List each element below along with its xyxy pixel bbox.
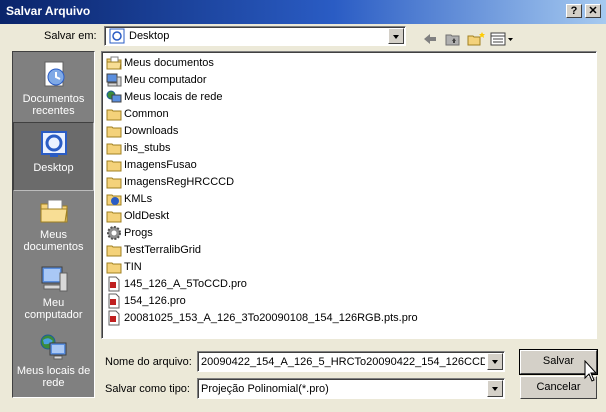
window-title: Salvar Arquivo [6, 4, 91, 18]
location-value: Desktop [129, 30, 170, 42]
recent-documents-icon [44, 61, 64, 87]
list-item[interactable]: ImagensRegHRCCCD [106, 173, 234, 190]
location-label: Salvar em: [44, 30, 97, 42]
list-item[interactable]: ImagensFusao [106, 156, 197, 173]
place-recent-documents[interactable]: Documentos recentes [13, 54, 94, 123]
view-menu-button[interactable] [489, 30, 515, 48]
list-item[interactable]: 20081025_153_A_126_3To20090108_154_126RG… [106, 309, 418, 326]
desktop-icon [40, 131, 67, 157]
list-item[interactable]: Meu computador [106, 71, 207, 88]
folder-icon [106, 211, 122, 222]
my-documents-icon [106, 56, 122, 69]
file-name: KMLs [124, 192, 153, 205]
new-folder-button[interactable] [466, 30, 486, 48]
place-label: Desktop [33, 162, 74, 174]
file-name: 20081025_153_A_126_3To20090108_154_126RG… [124, 311, 418, 324]
filetype-dropdown-button[interactable] [487, 380, 503, 397]
file-name: ihs_stubs [124, 141, 171, 154]
back-arrow-icon [424, 34, 436, 44]
kml-icon [106, 194, 122, 205]
file-name: 145_126_A_5ToCCD.pro [124, 277, 247, 290]
back-button[interactable] [420, 30, 440, 48]
place-my-documents[interactable]: Meus documentos [13, 190, 94, 259]
folder-icon [106, 143, 122, 154]
file-name: TestTerralibGrid [124, 243, 202, 256]
list-item[interactable]: Progs [106, 224, 153, 241]
place-label: Meus locais de rede [16, 365, 91, 389]
file-icon [108, 276, 120, 291]
list-item[interactable]: ihs_stubs [106, 139, 170, 156]
list-item[interactable]: Meus documentos [106, 54, 214, 71]
filename-input[interactable]: 20090422_154_A_126_5_HRCTo20090422_154_1… [201, 356, 485, 368]
file-name: Meus locais de rede [124, 90, 223, 103]
my-documents-icon [40, 199, 68, 223]
filetype-select[interactable]: Projeção Polinomial(*.pro) [197, 378, 505, 399]
my-computer-icon [41, 266, 67, 292]
folder-icon [106, 109, 122, 120]
folder-icon [106, 245, 122, 256]
file-name: ImagensFusao [124, 158, 197, 171]
filename-label: Nome do arquivo: [105, 356, 192, 368]
file-name: Downloads [124, 124, 179, 137]
title-bar: Salvar Arquivo ? ✕ [0, 0, 606, 24]
filename-dropdown-button[interactable] [487, 353, 503, 370]
list-item[interactable]: Meus locais de rede [106, 88, 222, 105]
file-name: ImagensRegHRCCCD [124, 175, 235, 188]
list-item[interactable]: TestTerralibGrid [106, 241, 201, 258]
file-name: Meu computador [124, 73, 207, 86]
new-folder-icon [467, 32, 485, 46]
up-folder-icon [445, 34, 460, 46]
list-item[interactable]: 154_126.pro [106, 292, 186, 309]
list-item[interactable]: 145_126_A_5ToCCD.pro [106, 275, 247, 292]
place-my-computer[interactable]: Meu computador [13, 258, 94, 327]
folder-icon [106, 177, 122, 188]
file-name: Meus documentos [124, 56, 214, 69]
place-label: Meus documentos [23, 229, 84, 253]
filetype-label: Salvar como tipo: [105, 383, 190, 395]
places-bar: Documentos recentes Desktop Meus documen… [12, 51, 95, 398]
file-name: Progs [124, 226, 153, 239]
filetype-value: Projeção Polinomial(*.pro) [201, 383, 329, 395]
file-icon [108, 310, 120, 325]
file-icon [108, 293, 120, 308]
folder-icon [106, 126, 122, 137]
file-name: TIN [124, 260, 142, 273]
list-item[interactable]: Downloads [106, 122, 178, 139]
list-item[interactable]: Common [106, 105, 169, 122]
desktop-small-icon [109, 28, 125, 44]
network-places-icon [40, 334, 66, 360]
file-name: 154_126.pro [124, 294, 186, 307]
place-desktop[interactable]: Desktop [13, 122, 94, 191]
help-button[interactable]: ? [566, 4, 582, 18]
view-menu-icon [490, 32, 513, 46]
place-label: Meu computador [24, 297, 83, 321]
location-dropdown-button[interactable] [388, 28, 404, 44]
list-item[interactable]: TIN [106, 258, 142, 275]
file-list[interactable]: Meus documentos Meu computador Meus loca… [101, 51, 597, 339]
file-name: Common [124, 107, 169, 120]
up-folder-button[interactable] [443, 30, 463, 48]
network-icon [106, 90, 122, 102]
filename-combo[interactable]: 20090422_154_A_126_5_HRCTo20090422_154_1… [197, 351, 505, 372]
computer-icon [106, 73, 122, 86]
mouse-cursor-icon [584, 360, 598, 382]
place-label: Documentos recentes [22, 93, 85, 117]
folder-icon [106, 262, 122, 273]
list-item[interactable]: KMLs [106, 190, 152, 207]
location-combo[interactable]: Desktop [104, 26, 406, 46]
list-item[interactable]: OldDeskt [106, 207, 169, 224]
close-button[interactable]: ✕ [585, 4, 601, 18]
place-network-places[interactable]: Meus locais de rede [13, 326, 94, 395]
file-name: OldDeskt [124, 209, 170, 222]
folder-icon [106, 160, 122, 171]
gear-icon [107, 225, 121, 240]
